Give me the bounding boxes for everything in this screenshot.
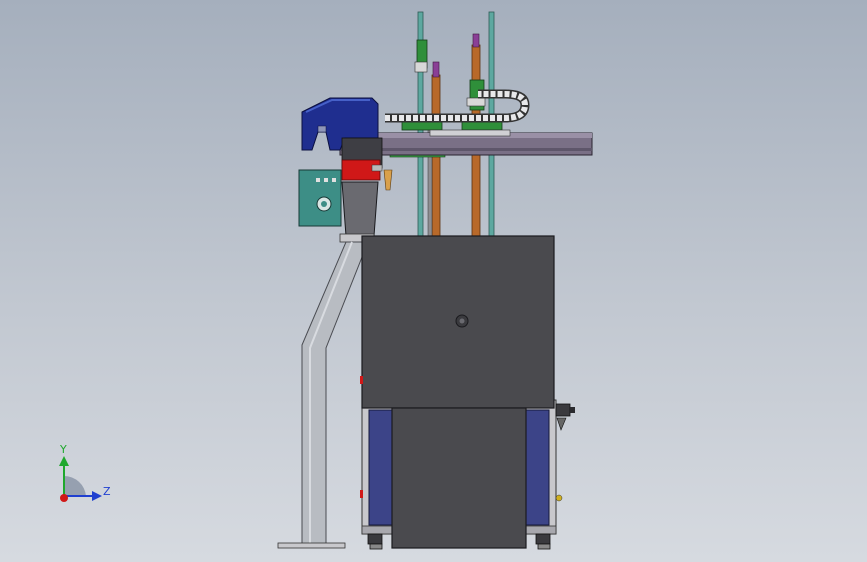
bent-support-column	[277, 241, 369, 549]
z-axis-arrowhead	[92, 491, 102, 501]
z-axis-label: Z	[103, 485, 111, 498]
x-axis-dot	[60, 494, 68, 502]
control-box	[298, 169, 342, 227]
cable-chain	[385, 89, 530, 123]
cad-model[interactable]	[0, 0, 867, 562]
triad-background	[64, 475, 86, 496]
side-valve	[555, 403, 575, 502]
hopper	[339, 181, 379, 243]
coordinate-triad: Y Z	[59, 443, 111, 502]
graphics-viewport[interactable]: Y Z	[0, 0, 867, 562]
y-axis-arrowhead	[59, 456, 69, 466]
y-axis-label: Y	[59, 443, 67, 456]
